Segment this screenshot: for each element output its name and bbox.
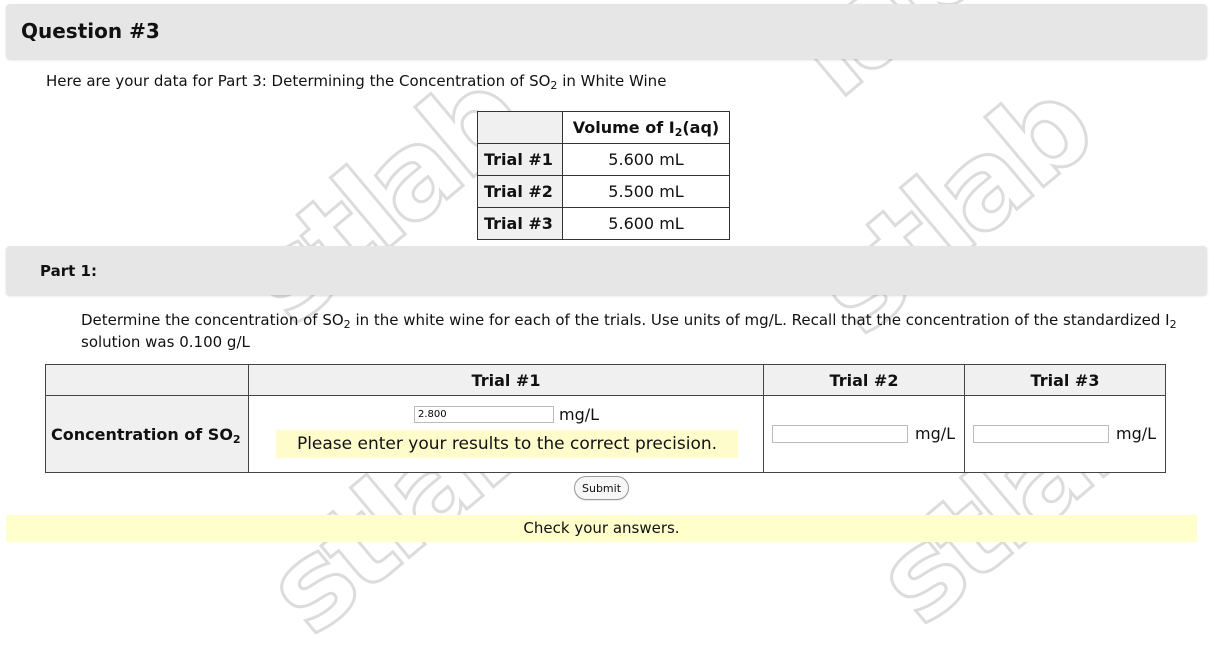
trial1-cell: mg/L Please enter your results to the co… (248, 395, 764, 473)
instructions-text: Determine the concentration of SO2 in th… (81, 311, 1177, 351)
row-label: Trial #2 (477, 175, 563, 208)
volume-value: 5.600 mL (562, 143, 730, 176)
trial1-header: Trial #1 (248, 364, 764, 396)
trial3-input[interactable] (973, 425, 1109, 443)
volume-value: 5.500 mL (562, 175, 730, 208)
table-row: Trial #2 5.500 mL (477, 175, 730, 208)
trial2-header: Trial #2 (763, 364, 965, 396)
trial3-cell: mg/L (964, 395, 1166, 473)
trial3-unit: mg/L (1116, 424, 1157, 443)
trial1-input[interactable] (414, 406, 554, 423)
submit-button[interactable]: Submit (574, 476, 629, 500)
trial2-unit: mg/L (915, 424, 956, 443)
table-row: Trial #3 5.600 mL (477, 207, 730, 240)
intro-text: Here are your data for Part 3: Determini… (46, 72, 667, 91)
corner-cell (477, 111, 563, 144)
empty-header (45, 364, 249, 396)
answers-table: Trial #1 Trial #2 Trial #3 Concentration… (45, 364, 1166, 473)
precision-warning: Please enter your results to the correct… (276, 430, 738, 458)
part-header: Part 1: (6, 246, 1207, 295)
question-header: Question #3 (6, 4, 1207, 59)
table-row: Concentration of SO2 mg/L Please enter y… (45, 395, 1166, 473)
intro-suffix: in White Wine (557, 72, 667, 90)
row-label: Trial #1 (477, 143, 563, 176)
trial1-unit: mg/L (559, 405, 600, 424)
trial2-cell: mg/L (763, 395, 965, 473)
volume-value: 5.600 mL (562, 207, 730, 240)
question-title: Question #3 (21, 19, 160, 43)
concentration-row-label: Concentration of SO2 (45, 395, 249, 473)
trial3-header: Trial #3 (964, 364, 1166, 396)
volume-column-header: Volume of I2(aq) (562, 111, 730, 144)
check-answers-message: Check your answers. (6, 515, 1197, 542)
part-title: Part 1: (40, 262, 97, 280)
row-label: Trial #3 (477, 207, 563, 240)
table-row: Trial #1 5.600 mL (477, 143, 730, 176)
intro-prefix: Here are your data for Part 3: Determini… (46, 72, 551, 90)
data-table: Volume of I2(aq) Trial #1 5.600 mL Trial… (477, 111, 730, 240)
trial2-input[interactable] (772, 425, 908, 443)
